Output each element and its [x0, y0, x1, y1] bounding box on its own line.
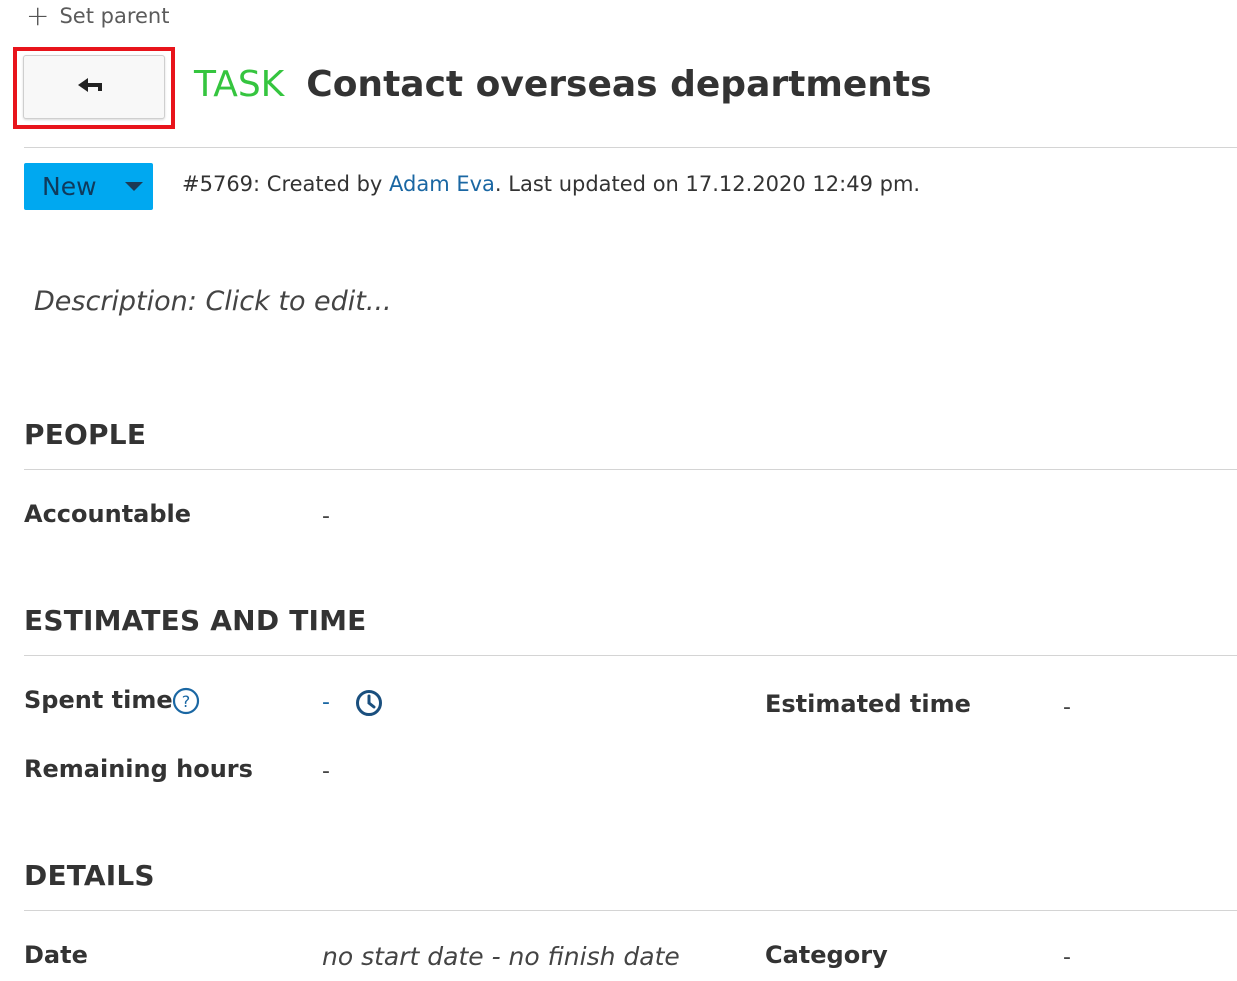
- clock-icon[interactable]: [355, 689, 383, 717]
- details-divider: [24, 910, 1237, 911]
- remaining-hours-label: Remaining hours: [24, 755, 253, 783]
- meta-suffix: . Last updated on 17.12.2020 12:49 pm.: [494, 172, 921, 196]
- date-label: Date: [24, 941, 88, 969]
- category-value[interactable]: -: [1063, 945, 1071, 970]
- status-label: New: [42, 172, 97, 201]
- help-circle-icon[interactable]: ?: [172, 687, 200, 715]
- set-parent-label: Set parent: [59, 4, 170, 28]
- back-button[interactable]: [23, 55, 165, 119]
- header-divider: [24, 147, 1237, 148]
- work-package-view: + Set parent TASK Contact overseas depar…: [0, 0, 1237, 981]
- estimates-divider: [24, 655, 1237, 656]
- date-value[interactable]: no start date - no finish date: [322, 942, 680, 971]
- plus-icon: +: [26, 0, 50, 32]
- accountable-label: Accountable: [24, 500, 192, 528]
- remaining-hours-value[interactable]: -: [322, 759, 330, 784]
- work-package-type[interactable]: TASK: [194, 64, 284, 105]
- section-title-people: PEOPLE: [24, 418, 147, 451]
- work-package-subject[interactable]: Contact overseas departments: [306, 64, 931, 105]
- category-label: Category: [765, 941, 888, 969]
- caret-down-icon: [125, 182, 143, 191]
- work-package-meta: #5769: Created by Adam Eva. Last updated…: [182, 172, 920, 196]
- author-link[interactable]: Adam Eva: [389, 172, 495, 196]
- meta-prefix: #5769: Created by: [182, 172, 390, 196]
- title-row: TASK Contact overseas departments: [194, 64, 932, 105]
- estimated-time-label: Estimated time: [765, 690, 971, 718]
- spent-time-value[interactable]: -: [322, 690, 330, 715]
- svg-text:?: ?: [182, 692, 191, 711]
- description-field[interactable]: Description: Click to edit...: [34, 286, 392, 317]
- people-divider: [24, 469, 1237, 470]
- spent-time-label: Spent time: [24, 686, 173, 714]
- accountable-value[interactable]: -: [322, 504, 330, 529]
- estimated-time-value[interactable]: -: [1063, 695, 1071, 720]
- status-dropdown-button[interactable]: New: [24, 163, 153, 210]
- set-parent-link[interactable]: + Set parent: [26, 2, 169, 30]
- section-title-estimates: ESTIMATES AND TIME: [24, 604, 367, 637]
- section-title-details: DETAILS: [24, 859, 155, 892]
- back-arrow-icon: [78, 76, 110, 98]
